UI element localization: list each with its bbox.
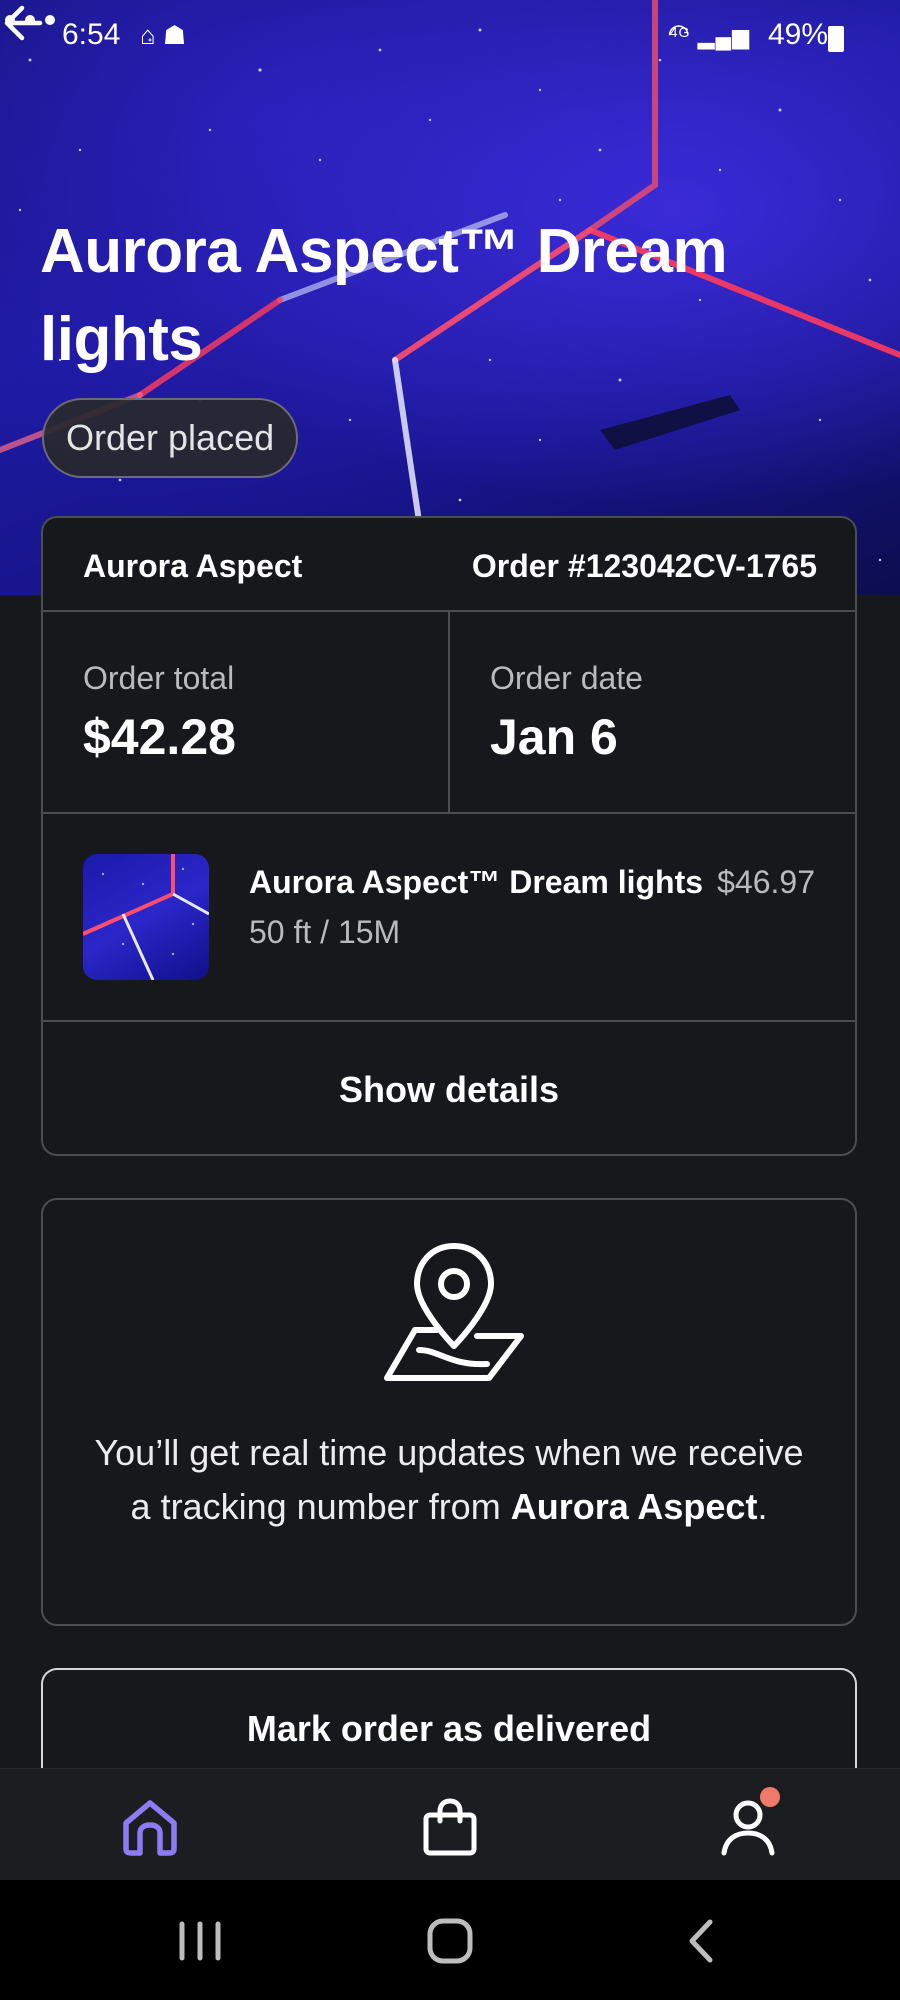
tracking-info-card: You’ll get real time updates when we rec… [41, 1198, 857, 1626]
bottom-navigation [0, 1768, 900, 1881]
home-icon[interactable] [118, 1795, 182, 1859]
order-card-header: Aurora Aspect Order #123042CV-1765 [43, 518, 855, 612]
shopping-bag-icon[interactable] [418, 1795, 482, 1859]
order-total-label: Order total [83, 660, 235, 696]
item-price: $46.97 [717, 864, 815, 900]
item-variant: 50 ft / 15M [249, 914, 401, 950]
item-name: Aurora Aspect™ Dream lights [249, 864, 704, 900]
notification-icons: ⌂ ☗ [140, 20, 187, 50]
order-total-value: $42.28 [83, 709, 236, 765]
battery-percent: 49% [767, 18, 828, 51]
order-date-label: Order date [490, 660, 643, 696]
show-details-button[interactable]: Show details [43, 1022, 855, 1158]
order-total-cell: Order total $42.28 [43, 612, 450, 812]
hero-banner: 6:54 ⌂ ☗ ◠ 4G ▂▄▆ 49% Aurora Aspect™ Dre… [0, 0, 900, 595]
tracking-message: You’ll get real time updates when we rec… [83, 1426, 815, 1534]
merchant-name: Aurora Aspect [83, 548, 303, 584]
system-home-icon[interactable] [420, 1916, 480, 1966]
battery-icon [828, 26, 844, 52]
network-type: 4G [669, 24, 691, 40]
tracking-message-suffix: . [757, 1486, 768, 1527]
page-title: Aurora Aspect™ Dream lights [40, 217, 728, 374]
tracking-merchant-name: Aurora Aspect [510, 1486, 758, 1527]
map-pin-icon [384, 1243, 524, 1381]
signal-icon: 4G ▂▄▆ [669, 24, 750, 49]
system-navigation-bar [0, 1880, 900, 2000]
recent-apps-icon[interactable] [170, 1916, 230, 1966]
status-bar: 6:54 ⌂ ☗ ◠ 4G ▂▄▆ 49% [0, 0, 900, 80]
order-date-cell: Order date Jan 6 [450, 612, 855, 812]
order-number: Order #123042CV-1765 [471, 548, 817, 584]
order-summary-card: Aurora Aspect Order #123042CV-1765 Order… [41, 516, 857, 1156]
notification-dot [760, 1787, 780, 1807]
order-date-value: Jan 6 [490, 709, 618, 765]
product-thumbnail [83, 854, 209, 980]
order-item-row[interactable]: Aurora Aspect™ Dream lights $46.97 50 ft… [43, 814, 855, 1022]
status-time: 6:54 [62, 18, 121, 51]
more-options-icon[interactable] [0, 0, 60, 40]
order-stats: Order total $42.28 Order date Jan 6 [43, 612, 855, 814]
system-back-icon[interactable] [672, 1916, 732, 1966]
order-status-badge: Order placed [42, 398, 299, 478]
